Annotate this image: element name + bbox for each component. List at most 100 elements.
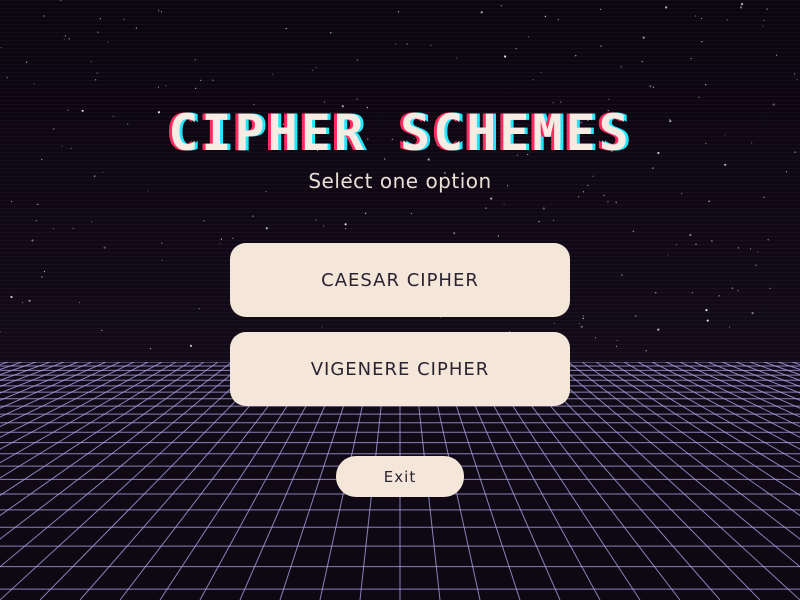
star bbox=[740, 3, 744, 6]
star bbox=[315, 219, 317, 221]
star bbox=[79, 301, 81, 304]
star bbox=[560, 101, 562, 103]
star bbox=[635, 315, 637, 317]
star bbox=[552, 219, 555, 221]
star bbox=[794, 73, 796, 75]
star bbox=[330, 32, 332, 34]
grid-line bbox=[567, 362, 800, 540]
star bbox=[594, 337, 597, 339]
grid-line bbox=[693, 362, 800, 409]
star bbox=[157, 86, 160, 88]
star bbox=[737, 290, 739, 292]
star bbox=[103, 246, 106, 249]
star bbox=[0, 330, 1, 333]
star bbox=[665, 6, 668, 9]
star bbox=[655, 292, 657, 294]
caesar-cipher-button[interactable]: CAESAR CIPHER bbox=[230, 243, 570, 317]
star bbox=[200, 79, 202, 81]
star bbox=[135, 27, 137, 29]
star bbox=[99, 18, 101, 20]
star bbox=[652, 86, 655, 88]
star bbox=[675, 244, 678, 246]
star bbox=[776, 54, 778, 56]
star bbox=[553, 322, 555, 324]
star bbox=[198, 308, 200, 310]
star bbox=[575, 55, 577, 57]
star bbox=[729, 326, 731, 328]
star bbox=[711, 240, 713, 242]
star bbox=[195, 87, 197, 89]
star bbox=[701, 41, 703, 43]
star bbox=[272, 73, 274, 75]
star bbox=[607, 201, 609, 203]
star bbox=[52, 228, 55, 230]
vigenere-cipher-button[interactable]: VIGENERE CIPHER bbox=[230, 332, 570, 406]
page-title: CIPHER SCHEMES bbox=[168, 104, 632, 162]
star bbox=[503, 203, 505, 205]
grid-line bbox=[0, 362, 107, 409]
star bbox=[315, 66, 317, 69]
menu-screen: CIPHER SCHEMES Select one option CAESAR … bbox=[0, 0, 800, 600]
star bbox=[515, 48, 517, 50]
star bbox=[101, 329, 103, 331]
star bbox=[356, 59, 358, 61]
star bbox=[538, 221, 540, 223]
star bbox=[763, 19, 765, 21]
star bbox=[323, 225, 325, 227]
star bbox=[161, 242, 163, 244]
star bbox=[26, 61, 28, 63]
grid-line bbox=[0, 362, 261, 600]
star bbox=[740, 6, 743, 9]
star bbox=[60, 0, 62, 2]
exit-button[interactable]: Exit bbox=[336, 456, 464, 497]
star bbox=[430, 44, 432, 46]
star bbox=[504, 55, 507, 58]
star bbox=[22, 302, 24, 304]
star bbox=[796, 78, 798, 80]
star bbox=[203, 220, 205, 222]
star bbox=[578, 322, 580, 324]
star bbox=[321, 326, 323, 328]
star bbox=[97, 31, 99, 33]
star bbox=[323, 101, 326, 103]
star bbox=[724, 163, 727, 166]
star bbox=[219, 242, 221, 244]
star bbox=[580, 325, 583, 328]
star bbox=[621, 274, 623, 276]
star bbox=[731, 287, 734, 289]
star bbox=[35, 220, 37, 222]
star bbox=[600, 8, 602, 10]
grid-line bbox=[595, 362, 800, 496]
star bbox=[365, 212, 367, 214]
star bbox=[500, 5, 502, 7]
star bbox=[345, 228, 347, 230]
star bbox=[690, 58, 692, 60]
star bbox=[695, 15, 697, 17]
star bbox=[43, 15, 45, 17]
star bbox=[750, 248, 752, 250]
star bbox=[705, 84, 707, 86]
star bbox=[0, 46, 2, 49]
star bbox=[194, 59, 196, 61]
star bbox=[767, 239, 769, 241]
star bbox=[11, 201, 13, 203]
star bbox=[762, 25, 764, 27]
star bbox=[220, 238, 222, 240]
star bbox=[63, 38, 65, 40]
star bbox=[718, 295, 720, 297]
star bbox=[28, 299, 31, 302]
star bbox=[33, 82, 35, 85]
star bbox=[6, 77, 8, 79]
star bbox=[10, 295, 13, 299]
grid-line bbox=[735, 362, 800, 387]
star bbox=[107, 41, 109, 43]
star bbox=[757, 251, 759, 253]
star bbox=[37, 203, 39, 205]
star bbox=[497, 235, 499, 237]
star bbox=[344, 223, 347, 226]
star bbox=[161, 259, 163, 261]
star bbox=[667, 254, 669, 256]
star bbox=[691, 292, 694, 294]
grid-line bbox=[0, 362, 233, 540]
star bbox=[695, 243, 697, 245]
